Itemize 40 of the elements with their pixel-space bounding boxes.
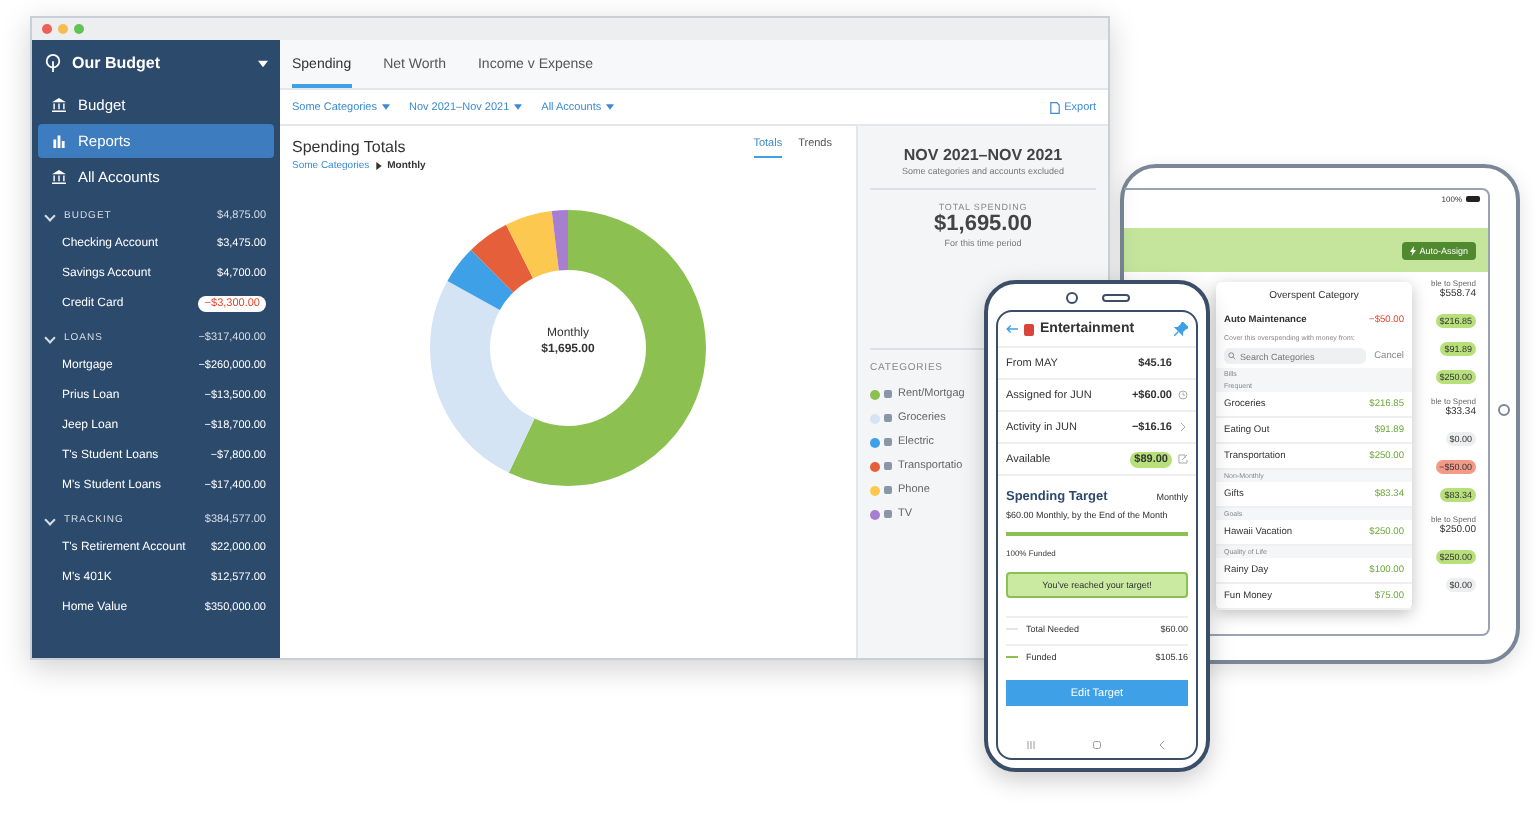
caret-icon — [381, 104, 389, 110]
lightning-icon — [1409, 245, 1416, 255]
category-icon — [884, 462, 892, 470]
triangle-icon — [375, 162, 382, 170]
back-icon[interactable] — [1006, 324, 1018, 334]
search-icon — [1228, 352, 1236, 360]
speaker-icon — [1101, 293, 1129, 301]
chevron-icon[interactable] — [44, 210, 56, 222]
camera-icon — [1065, 291, 1077, 303]
battery-icon — [1466, 196, 1480, 202]
total-amount: $1,695.00 — [932, 212, 1034, 236]
back-nav-icon[interactable] — [1158, 740, 1168, 750]
chart-title: Spending Totals — [292, 138, 408, 156]
pin-icon[interactable] — [1174, 322, 1188, 336]
popcorn-icon — [1024, 323, 1034, 335]
chevron-icon[interactable] — [44, 332, 56, 344]
caret-icon — [513, 104, 522, 110]
caret-icon — [605, 104, 614, 110]
home-icon[interactable] — [1092, 740, 1102, 750]
camera-icon — [1498, 404, 1510, 416]
edit-icon[interactable] — [1178, 454, 1188, 464]
close-button[interactable] — [42, 24, 52, 34]
tree-icon — [44, 54, 62, 72]
recents-icon[interactable] — [1026, 740, 1036, 750]
caret-icon[interactable] — [258, 59, 268, 67]
clock-icon[interactable] — [1178, 390, 1188, 400]
category-icon — [884, 390, 892, 398]
chevron-icon[interactable] — [44, 514, 56, 526]
minimize-button[interactable] — [58, 24, 68, 34]
category-icon — [884, 510, 892, 518]
document-icon — [1050, 101, 1061, 113]
bank-icon — [52, 170, 66, 184]
bank-icon — [52, 98, 66, 112]
bar-chart-icon — [52, 134, 66, 148]
date-range: NOV 2021–NOV 2021 — [901, 146, 1065, 164]
category-icon — [884, 486, 892, 494]
zoom-button[interactable] — [74, 24, 84, 34]
budget-name[interactable]: Our Budget — [72, 54, 248, 72]
category-icon — [884, 414, 892, 422]
category-icon — [884, 438, 892, 446]
